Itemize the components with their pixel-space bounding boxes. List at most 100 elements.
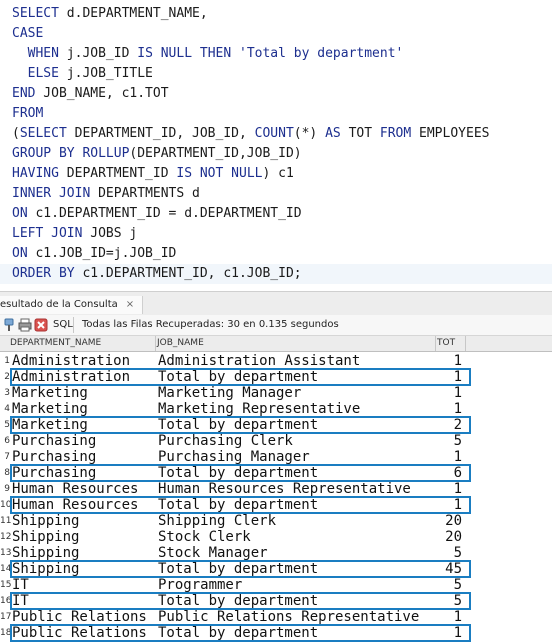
job-name-cell[interactable]: Stock Manager [158, 545, 436, 561]
code-line[interactable]: GROUP BY ROLLUP(DEPARTMENT_ID,JOB_ID) [12, 144, 302, 164]
code-line[interactable]: (SELECT DEPARTMENT_ID, JOB_ID, COUNT(*) … [12, 124, 489, 144]
table-row[interactable]: 9 Human Resources Human Resources Represen… [0, 481, 552, 497]
job-name-cell[interactable]: Purchasing Clerk [158, 433, 436, 449]
job-name-cell[interactable]: Total by department [158, 369, 436, 385]
department-name-cell[interactable]: Public Relations [12, 609, 154, 625]
department-name-cell[interactable]: IT [12, 593, 154, 609]
code-line[interactable]: SELECT d.DEPARTMENT_NAME, [12, 4, 208, 24]
department-name-cell[interactable]: Shipping [12, 513, 154, 529]
department-name-cell[interactable]: IT [12, 577, 154, 593]
tot-cell[interactable]: 1 [436, 481, 462, 497]
job-name-cell[interactable]: Human Resources Representative [158, 481, 436, 497]
tot-cell[interactable]: 20 [436, 529, 462, 545]
tot-cell[interactable]: 5 [436, 433, 462, 449]
code-line[interactable]: HAVING DEPARTMENT_ID IS NOT NULL) c1 [12, 164, 294, 184]
tab-query-result[interactable]: esultado de la Consulta × [0, 296, 144, 314]
job-name-cell[interactable]: Total by department [158, 497, 436, 513]
column-header-tot[interactable]: TOT [435, 336, 466, 351]
tab-close-icon[interactable]: × [126, 299, 134, 310]
job-name-cell[interactable]: Marketing Representative [158, 401, 436, 417]
table-row[interactable]: 1 Administration Administration Assistant 1 [0, 353, 552, 369]
department-name-cell[interactable]: Human Resources [12, 481, 154, 497]
department-name-cell[interactable]: Shipping [12, 561, 154, 577]
row-number: 7 [4, 452, 10, 462]
table-row[interactable]: 18 Public Relations Total by department 1 [0, 624, 552, 642]
code-line[interactable]: ORDER BY c1.DEPARTMENT_ID, c1.JOB_ID; [12, 264, 302, 284]
sql-identifier [12, 66, 28, 81]
print-icon[interactable] [18, 318, 32, 332]
job-name-cell[interactable]: Purchasing Manager [158, 449, 436, 465]
tot-cell[interactable]: 6 [436, 465, 462, 481]
tot-cell[interactable]: 1 [436, 497, 462, 513]
table-row[interactable]: 15 IT Programmer 5 [0, 577, 552, 593]
job-name-cell[interactable]: Total by department [158, 593, 436, 609]
tot-cell[interactable]: 1 [436, 369, 462, 385]
table-row[interactable]: 7 Purchasing Purchasing Manager 1 [0, 449, 552, 465]
code-line[interactable]: ON c1.JOB_ID=j.JOB_ID [12, 244, 176, 264]
job-name-cell[interactable]: Marketing Manager [158, 385, 436, 401]
table-row[interactable]: 10 Human Resources Total by department 1 [0, 496, 552, 514]
table-row[interactable]: 11 Shipping Shipping Clerk 20 [0, 513, 552, 529]
results-grid[interactable]: DEPARTMENT_NAME JOB_NAME TOT 1 Administra… [0, 336, 552, 642]
column-header-job-name[interactable]: JOB_NAME [155, 336, 436, 351]
job-name-cell[interactable]: Total by department [158, 417, 436, 433]
tot-cell[interactable]: 45 [436, 561, 462, 577]
table-row[interactable]: 13 Shipping Stock Manager 5 [0, 545, 552, 561]
department-name-cell[interactable]: Shipping [12, 545, 154, 561]
row-number: 10 [0, 500, 12, 510]
department-name-cell[interactable]: Human Resources [12, 497, 154, 513]
code-line[interactable]: ELSE j.JOB_TITLE [12, 64, 153, 84]
sql-button[interactable]: SQL [53, 318, 73, 332]
table-row[interactable]: 2 Administration Total by department 1 [0, 368, 552, 386]
table-row[interactable]: 5 Marketing Total by department 2 [0, 416, 552, 434]
job-name-cell[interactable]: Programmer [158, 577, 436, 593]
department-name-cell[interactable]: Shipping [12, 529, 154, 545]
tot-cell[interactable]: 1 [436, 401, 462, 417]
table-row[interactable]: 17 Public Relations Public Relations Repre… [0, 609, 552, 625]
job-name-cell[interactable]: Administration Assistant [158, 353, 436, 369]
pin-icon[interactable] [2, 318, 16, 332]
job-name-cell[interactable]: Shipping Clerk [158, 513, 436, 529]
table-row[interactable]: 4 Marketing Marketing Representative 1 [0, 401, 552, 417]
job-name-cell[interactable]: Total by department [158, 465, 436, 481]
department-name-cell[interactable]: Administration [12, 369, 154, 385]
tot-cell[interactable]: 5 [436, 577, 462, 593]
column-header-department-name[interactable]: DEPARTMENT_NAME [8, 336, 156, 351]
code-line[interactable]: LEFT JOIN JOBS j [12, 224, 137, 244]
department-name-cell[interactable]: Marketing [12, 417, 154, 433]
tot-cell[interactable]: 5 [436, 593, 462, 609]
table-row[interactable]: 16 IT Total by department 5 [0, 592, 552, 610]
department-name-cell[interactable]: Public Relations [12, 625, 154, 641]
job-name-cell[interactable]: Total by department [158, 561, 436, 577]
code-line[interactable]: ON c1.DEPARTMENT_ID = d.DEPARTMENT_ID [12, 204, 302, 224]
job-name-cell[interactable]: Stock Clerk [158, 529, 436, 545]
code-line[interactable]: CASE [12, 24, 43, 44]
cancel-query-icon[interactable] [34, 318, 48, 332]
tot-cell[interactable]: 1 [436, 625, 462, 641]
table-row[interactable]: 8 Purchasing Total by department 6 [0, 464, 552, 482]
department-name-cell[interactable]: Marketing [12, 385, 154, 401]
tot-cell[interactable]: 1 [436, 449, 462, 465]
tot-cell[interactable]: 2 [436, 417, 462, 433]
code-line[interactable]: FROM [12, 104, 43, 124]
tot-cell[interactable]: 1 [436, 609, 462, 625]
table-row[interactable]: 14 Shipping Total by department 45 [0, 560, 552, 578]
job-name-cell[interactable]: Total by department [158, 625, 436, 641]
table-row[interactable]: 6 Purchasing Purchasing Clerk 5 [0, 433, 552, 449]
code-line[interactable]: WHEN j.JOB_ID IS NULL THEN 'Total by dep… [12, 44, 404, 64]
table-row[interactable]: 12 Shipping Stock Clerk 20 [0, 529, 552, 545]
tot-cell[interactable]: 20 [436, 513, 462, 529]
sql-editor[interactable]: SELECT d.DEPARTMENT_NAME, CASE WHEN j.JOB… [0, 0, 552, 290]
department-name-cell[interactable]: Purchasing [12, 449, 154, 465]
department-name-cell[interactable]: Administration [12, 353, 154, 369]
code-line[interactable]: END JOB_NAME, c1.TOT [12, 84, 169, 104]
table-row[interactable]: 3 Marketing Marketing Manager 1 [0, 385, 552, 401]
tot-cell[interactable]: 1 [436, 353, 462, 369]
job-name-cell[interactable]: Public Relations Representative [158, 609, 436, 625]
tot-cell[interactable]: 1 [436, 385, 462, 401]
department-name-cell[interactable]: Purchasing [12, 465, 154, 481]
department-name-cell[interactable]: Marketing [12, 401, 154, 417]
code-line[interactable]: INNER JOIN DEPARTMENTS d [12, 184, 200, 204]
department-name-cell[interactable]: Purchasing [12, 433, 154, 449]
tot-cell[interactable]: 5 [436, 545, 462, 561]
